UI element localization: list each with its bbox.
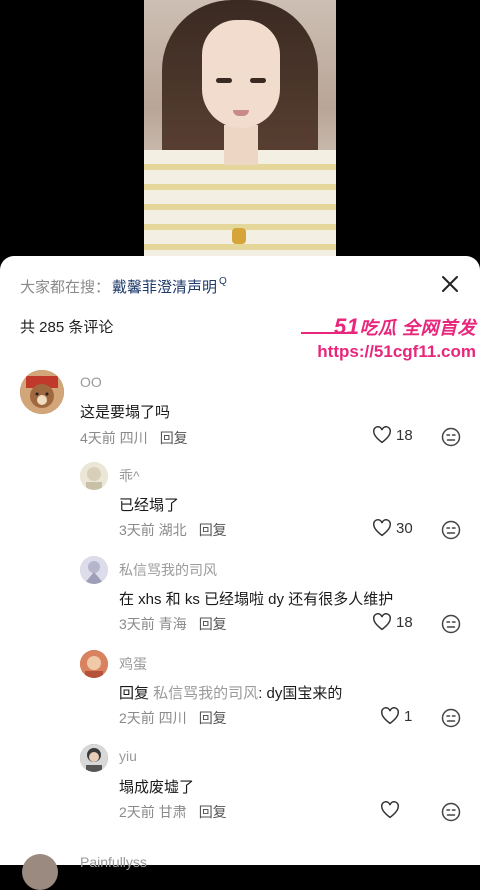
dislike-icon[interactable] xyxy=(441,427,461,447)
comment-meta: 3天前 青海 回复 xyxy=(119,614,227,634)
comment-item: 私信骂我的司风 在 xhs 和 ks 已经塌啦 dy 还有很多人维护 3天前 青… xyxy=(0,552,480,642)
reply-body: : dy国宝来的 xyxy=(258,685,343,702)
like-count: 30 xyxy=(396,519,413,537)
like-count: 1 xyxy=(404,707,413,725)
comment-text: 这是要塌了吗 xyxy=(80,404,171,421)
dislike-icon[interactable] xyxy=(441,520,461,540)
comment-author[interactable]: yiu xyxy=(119,748,137,764)
like-count: 18 xyxy=(396,426,413,444)
comment-time-location: 4天前 四川 xyxy=(80,430,148,446)
heart-icon xyxy=(381,801,399,819)
reply-button[interactable]: 回复 xyxy=(199,616,227,632)
comment-meta: 2天前 四川 回复 xyxy=(119,708,227,728)
comment-author[interactable]: 鸡蛋 xyxy=(119,654,147,674)
dislike-icon[interactable] xyxy=(441,802,461,822)
dislike-icon[interactable] xyxy=(441,708,461,728)
dislike-icon[interactable] xyxy=(441,614,461,634)
avatar[interactable] xyxy=(80,462,108,490)
reply-prefix: 回复 xyxy=(119,685,154,702)
avatar[interactable] xyxy=(22,854,58,890)
watermark-brand-text: 吃瓜 全网首发 xyxy=(359,318,476,338)
search-prefix: 大家都在搜： xyxy=(20,279,111,296)
comment-sheet: 大家都在搜： 戴馨菲澄清声明 Q 共 285 条评论 51吃瓜 全网首发 htt… xyxy=(0,256,480,890)
comment-item: 鸡蛋 回复 私信骂我的司风: dy国宝来的 2天前 四川 回复 1 xyxy=(0,646,480,736)
video-subject-pendant xyxy=(232,228,246,244)
avatar-image-icon xyxy=(80,650,108,678)
comment-time-location: 3天前 湖北 xyxy=(119,522,187,538)
bear-avatar-icon xyxy=(20,370,64,414)
like-button[interactable]: 18 xyxy=(372,426,413,444)
reply-button[interactable]: 回复 xyxy=(199,522,227,538)
reply-button[interactable]: 回复 xyxy=(199,710,227,726)
comment-text: 回复 私信骂我的司风: dy国宝来的 xyxy=(119,682,342,703)
avatar-image-icon xyxy=(80,556,108,584)
comment-item: yiu 塌成废墟了 2天前 甘肃 回复 xyxy=(0,740,480,830)
search-suggestion[interactable]: 大家都在搜： 戴馨菲澄清声明 Q xyxy=(20,276,227,297)
comment-time-location: 2天前 甘肃 xyxy=(119,804,187,820)
watermark-brand: 51吃瓜 全网首发 xyxy=(301,314,476,340)
video-player[interactable] xyxy=(0,0,480,280)
comment-time-location: 3天前 青海 xyxy=(119,616,187,632)
like-button[interactable]: 18 xyxy=(372,613,413,631)
heart-icon xyxy=(373,426,391,444)
comment-author[interactable]: OO xyxy=(80,374,102,390)
comment-count: 共 285 条评论 xyxy=(20,319,114,336)
heart-icon xyxy=(373,519,391,537)
avatar[interactable] xyxy=(80,744,108,772)
like-count: 18 xyxy=(396,613,413,631)
reply-button[interactable]: 回复 xyxy=(160,430,188,446)
video-subject-neck xyxy=(224,125,258,165)
watermark: 51吃瓜 全网首发 https://51cgf11.com xyxy=(301,314,476,362)
comment-text: 在 xhs 和 ks 已经塌啦 dy 还有很多人维护 xyxy=(119,591,394,608)
video-subject-mouth xyxy=(233,110,249,116)
avatar-image-icon xyxy=(80,462,108,490)
video-subject-face xyxy=(202,20,280,128)
comment-author[interactable]: 私信骂我的司风 xyxy=(119,560,217,580)
avatar[interactable] xyxy=(80,556,108,584)
comment-text: 已经塌了 xyxy=(119,497,180,514)
like-button[interactable]: 30 xyxy=(372,519,413,537)
watermark-decor-line xyxy=(301,332,351,334)
reply-button[interactable]: 回复 xyxy=(199,804,227,820)
comment-meta: 4天前 四川 回复 xyxy=(80,428,188,448)
video-frame xyxy=(144,0,336,270)
comment-text: 塌成废墟了 xyxy=(119,779,195,796)
avatar[interactable] xyxy=(80,650,108,678)
avatar[interactable] xyxy=(20,370,64,414)
like-button[interactable] xyxy=(380,801,404,819)
comment-item: OO 这是要塌了吗 4天前 四川 回复 18 xyxy=(0,364,480,454)
comment-author[interactable]: 乖^ xyxy=(119,466,140,486)
video-subject-eye xyxy=(216,78,232,83)
comment-meta: 2天前 甘肃 回复 xyxy=(119,802,227,822)
like-button[interactable]: 1 xyxy=(380,707,412,725)
search-icon: Q xyxy=(219,276,227,287)
search-term[interactable]: 戴馨菲澄清声明 xyxy=(112,276,217,297)
video-subject-eye xyxy=(250,78,266,83)
comment-meta: 3天前 湖北 回复 xyxy=(119,520,227,540)
avatar-image-icon xyxy=(80,744,108,772)
video-subject-shirt xyxy=(144,150,336,270)
close-icon[interactable] xyxy=(438,272,462,296)
comment-author[interactable]: Painfullyss xyxy=(80,854,147,870)
watermark-url: https://51cgf11.com xyxy=(317,342,476,361)
heart-icon xyxy=(381,707,399,725)
heart-icon xyxy=(373,613,391,631)
reply-to-user[interactable]: 私信骂我的司风 xyxy=(153,685,258,702)
comment-time-location: 2天前 四川 xyxy=(119,710,187,726)
watermark-brand-number: 51 xyxy=(334,314,360,339)
comment-item: 乖^ 已经塌了 3天前 湖北 回复 30 xyxy=(0,458,480,548)
